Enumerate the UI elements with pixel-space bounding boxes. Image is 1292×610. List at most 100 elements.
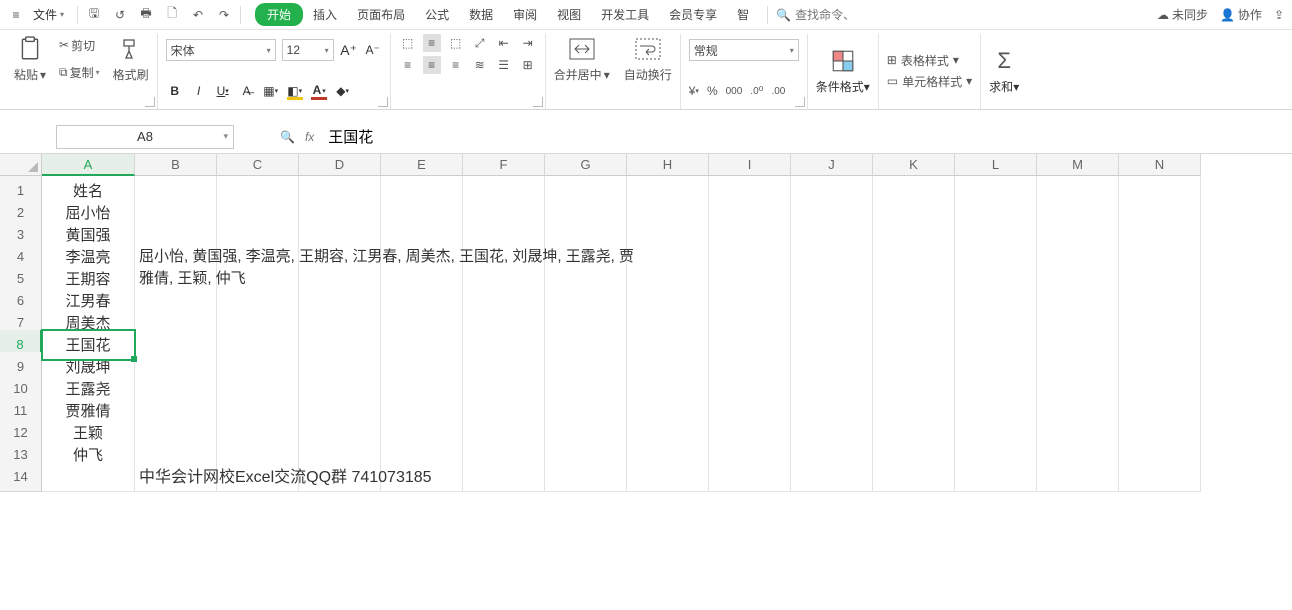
cell-G14[interactable] (545, 462, 627, 492)
col-header-I[interactable]: I (709, 154, 791, 176)
sum-button[interactable]: 求和▾ (989, 78, 1019, 95)
increase-decimal-icon[interactable]: .0⁰ (750, 84, 763, 98)
col-header-A[interactable]: A (42, 154, 135, 176)
select-all-corner[interactable] (0, 154, 42, 176)
tab-dev[interactable]: 开发工具 (591, 2, 659, 27)
cancel-fx-icon[interactable]: 🔍 (280, 130, 295, 144)
tab-formula[interactable]: 公式 (415, 2, 459, 27)
cell-C14[interactable] (217, 462, 299, 492)
wrap-text-button[interactable]: 自动换行 (624, 66, 672, 83)
font-dialog-launcher[interactable] (378, 97, 388, 107)
cell-A14[interactable] (42, 462, 135, 492)
share-icon[interactable]: ⇪ (1274, 8, 1284, 22)
col-header-D[interactable]: D (299, 154, 381, 176)
table-style-button[interactable]: ⊞表格样式▾ (887, 52, 972, 69)
cell-N14[interactable] (1119, 462, 1201, 492)
undo-icon[interactable]: ↺ (112, 8, 128, 22)
col-header-M[interactable]: M (1037, 154, 1119, 176)
strikethrough-icon[interactable]: A̶ (238, 82, 256, 100)
orientation-icon[interactable]: ⤢ (471, 34, 489, 52)
col-header-J[interactable]: J (791, 154, 873, 176)
copy-button[interactable]: ⧉复制▾ (56, 63, 103, 82)
tab-page-layout[interactable]: 页面布局 (347, 2, 415, 27)
cell-D14[interactable] (299, 462, 381, 492)
distribute-v-icon[interactable]: ☰ (495, 56, 513, 74)
increase-font-icon[interactable]: A⁺ (340, 41, 358, 59)
save-icon[interactable]: 🖫 (86, 4, 102, 25)
comma-icon[interactable]: 000 (726, 86, 743, 97)
merge-center-button[interactable]: 合并居中▾ (554, 66, 610, 83)
clipboard-dialog-launcher[interactable] (145, 97, 155, 107)
underline-icon[interactable]: U ▾ (214, 82, 232, 100)
tab-review[interactable]: 审阅 (503, 2, 547, 27)
row-header-14[interactable]: 14 (0, 462, 42, 492)
cell-E14[interactable] (381, 462, 463, 492)
alignment-dialog-launcher[interactable] (533, 97, 543, 107)
col-header-G[interactable]: G (545, 154, 627, 176)
percent-icon[interactable]: % (707, 84, 718, 98)
format-painter-icon[interactable] (116, 34, 146, 64)
align-middle-icon[interactable]: ≡ (423, 34, 441, 52)
command-search-input[interactable] (795, 8, 875, 22)
fx-icon[interactable]: fx (305, 130, 314, 144)
file-menu[interactable]: 文件 ▾ (28, 4, 69, 25)
print-preview-icon[interactable]: 🗋 (164, 4, 180, 25)
decrease-decimal-icon[interactable]: .00 (771, 86, 785, 97)
align-bottom-icon[interactable]: ⬚ (447, 34, 465, 52)
col-header-B[interactable]: B (135, 154, 217, 176)
conditional-format-button[interactable]: 条件格式▾ (816, 78, 870, 95)
decrease-font-icon[interactable]: A⁻ (364, 41, 382, 59)
cell-A8[interactable]: 王国花 (42, 330, 135, 360)
formula-input[interactable] (324, 125, 1292, 149)
redo-icon[interactable]: ↷ (216, 8, 232, 22)
tab-insert[interactable]: 插入 (303, 2, 347, 27)
cell-L14[interactable] (955, 462, 1037, 492)
font-size-dropdown[interactable]: 12▾ (282, 39, 334, 61)
cell-F14[interactable] (463, 462, 545, 492)
cell-K14[interactable] (873, 462, 955, 492)
align-left-icon[interactable]: ≡ (399, 56, 417, 74)
number-format-dropdown[interactable]: 常规▾ (689, 39, 799, 61)
cell-I14[interactable] (709, 462, 791, 492)
conditional-format-icon[interactable] (828, 46, 858, 76)
col-header-N[interactable]: N (1119, 154, 1201, 176)
col-header-H[interactable]: H (627, 154, 709, 176)
tab-start[interactable]: 开始 (255, 3, 303, 26)
cut-button[interactable]: ✂剪切 (56, 36, 103, 55)
bold-icon[interactable]: B (166, 82, 184, 100)
cell-M14[interactable] (1037, 462, 1119, 492)
tab-data[interactable]: 数据 (459, 2, 503, 27)
wrap-icon[interactable] (633, 34, 663, 64)
tab-view[interactable]: 视图 (547, 2, 591, 27)
paste-icon[interactable] (15, 34, 45, 64)
col-header-C[interactable]: C (217, 154, 299, 176)
tab-member[interactable]: 会员专享 (659, 2, 727, 27)
paste-button[interactable]: 粘贴▾ (14, 66, 46, 83)
print-icon[interactable]: 🖶 (138, 4, 154, 25)
indent-decrease-icon[interactable]: ⇤ (495, 34, 513, 52)
fill-color-icon[interactable]: ◧▾ (286, 82, 304, 100)
cell-H14[interactable] (627, 462, 709, 492)
currency-icon[interactable]: ¥ ▾ (689, 84, 699, 98)
align-right-icon[interactable]: ≡ (447, 56, 465, 74)
sum-icon[interactable]: Σ (989, 46, 1019, 76)
text-control-icon[interactable]: ⊞ (519, 56, 537, 74)
tab-extra[interactable]: 智 (727, 2, 759, 27)
font-color-icon[interactable]: A▾ (310, 82, 328, 100)
col-header-E[interactable]: E (381, 154, 463, 176)
hamburger-icon[interactable]: ≡ (8, 8, 24, 22)
name-box[interactable]: A8 ▾ (56, 125, 234, 149)
sync-status[interactable]: ☁未同步 (1157, 6, 1208, 23)
font-name-dropdown[interactable]: 宋体▾ (166, 39, 276, 61)
align-center-icon[interactable]: ≡ (423, 56, 441, 74)
redo-undo-icon[interactable]: ↶ (190, 8, 206, 22)
col-header-K[interactable]: K (873, 154, 955, 176)
cell-J14[interactable] (791, 462, 873, 492)
indent-increase-icon[interactable]: ⇥ (519, 34, 537, 52)
cell-style-button[interactable]: ▭单元格样式▾ (887, 73, 972, 90)
number-dialog-launcher[interactable] (795, 97, 805, 107)
distribute-h-icon[interactable]: ≋ (471, 56, 489, 74)
cell-B14[interactable]: 中华会计网校Excel交流QQ群 741073185 (135, 462, 217, 492)
align-top-icon[interactable]: ⬚ (399, 34, 417, 52)
command-search[interactable]: 🔍 (776, 8, 896, 22)
